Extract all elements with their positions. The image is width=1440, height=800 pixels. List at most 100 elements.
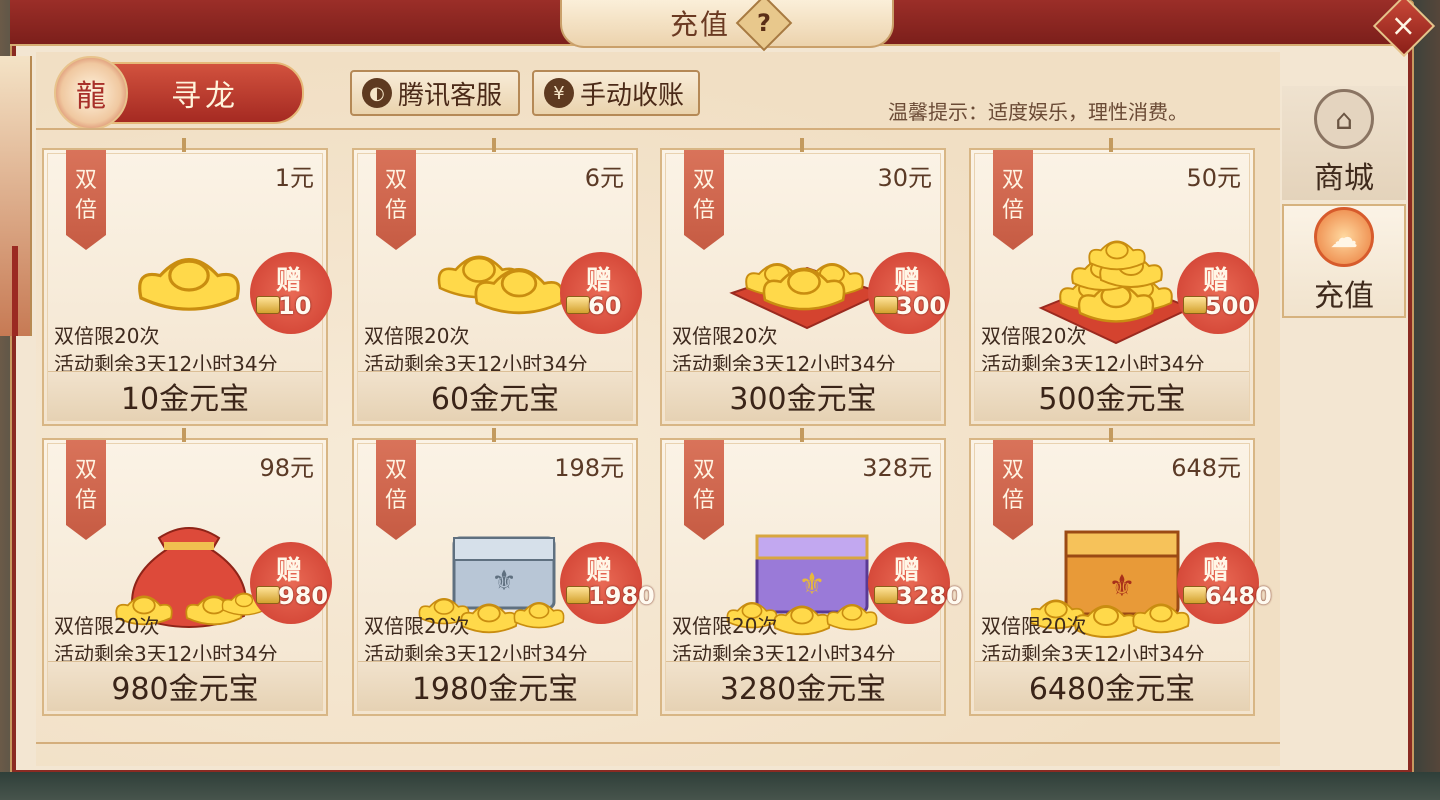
title-plate: 充值 ? bbox=[560, 0, 894, 52]
recharge-card[interactable]: 双倍 30元 赠 300 双倍限20次 活动剩余3天12小时34分 300金元宝 bbox=[660, 138, 950, 426]
close-button[interactable]: × bbox=[1372, 0, 1436, 58]
gold-amount: 1980金元宝 bbox=[358, 661, 632, 710]
recharge-card[interactable]: 双倍 50元 赠 500 双倍限20次 活动剩余3天12小时34分 500金元宝 bbox=[969, 138, 1259, 426]
recharge-card[interactable]: 双倍 328元 ⚜ 赠 3280 双倍限20次 活动剩余3天12小时34分 32… bbox=[660, 428, 963, 716]
divider-bottom bbox=[36, 742, 1280, 744]
scene-bottom-strip bbox=[0, 772, 1440, 800]
close-icon[interactable]: × bbox=[1372, 0, 1436, 58]
svg-text:⚜: ⚜ bbox=[1109, 569, 1136, 604]
bonus-amount: 500 bbox=[1205, 292, 1256, 320]
tencent-service-button[interactable]: ◐ 腾讯客服 bbox=[350, 70, 520, 116]
card-price: 198元 bbox=[554, 454, 624, 482]
gold-amount: 60金元宝 bbox=[358, 371, 632, 420]
double-limit: 双倍限20次 bbox=[364, 614, 470, 638]
double-limit: 双倍限20次 bbox=[54, 614, 160, 638]
card-hanger bbox=[182, 138, 186, 152]
double-badge: 双倍 bbox=[376, 440, 416, 540]
card-price: 30元 bbox=[877, 164, 932, 192]
card-hanger bbox=[1109, 138, 1113, 152]
left-lantern-rail bbox=[0, 56, 32, 336]
consumption-tip: 温馨提示：适度娱乐，理性消费。 bbox=[888, 100, 1188, 124]
bonus-amount: 980 bbox=[278, 582, 329, 610]
headset-icon: ◐ bbox=[362, 78, 392, 108]
gold-amount: 3280金元宝 bbox=[666, 661, 940, 710]
svg-text:⚜: ⚜ bbox=[799, 567, 826, 602]
recharge-grid: 双倍 1元 赠 10 双倍限20次 活动剩余3天12小时34分 10金元宝 双倍… bbox=[42, 138, 1272, 718]
bonus-badge: 赠 300 bbox=[868, 252, 950, 334]
manual-collect-label: 手动收账 bbox=[580, 80, 685, 111]
manual-collect-button[interactable]: ¥ 手动收账 bbox=[532, 70, 700, 116]
double-badge: 双倍 bbox=[376, 150, 416, 250]
divider-top bbox=[36, 128, 1280, 130]
double-badge: 双倍 bbox=[66, 440, 106, 540]
double-limit: 双倍限20次 bbox=[981, 614, 1087, 638]
double-limit: 双倍限20次 bbox=[364, 324, 470, 348]
bonus-amount: 300 bbox=[896, 292, 947, 320]
tab-shop-label: 商城 bbox=[1314, 161, 1374, 196]
bonus-amount: 3280 bbox=[896, 582, 963, 610]
bonus-badge: 赠 1980 bbox=[560, 542, 655, 624]
bonus-badge: 赠 3280 bbox=[868, 542, 963, 624]
gold-ingot-icon bbox=[566, 586, 590, 604]
gold-ingot-icon bbox=[1183, 296, 1207, 314]
gold-ingot-icon bbox=[1183, 586, 1207, 604]
double-limit: 双倍限20次 bbox=[981, 324, 1087, 348]
double-badge: 双倍 bbox=[66, 150, 106, 250]
recharge-card[interactable]: 双倍 1元 赠 10 双倍限20次 活动剩余3天12小时34分 10金元宝 bbox=[42, 138, 332, 426]
card-hanger bbox=[182, 428, 186, 442]
tab-recharge-label: 充值 bbox=[1314, 279, 1374, 314]
tab-shop[interactable]: ⌂ 商城 bbox=[1282, 86, 1406, 200]
gold-amount: 980金元宝 bbox=[48, 661, 322, 710]
bonus-badge: 赠 10 bbox=[250, 252, 332, 334]
gold-ingot-icon bbox=[874, 586, 898, 604]
help-icon[interactable]: ? bbox=[735, 0, 793, 52]
card-price: 98元 bbox=[259, 454, 314, 482]
double-badge: 双倍 bbox=[993, 150, 1033, 250]
tencent-service-label: 腾讯客服 bbox=[398, 80, 503, 111]
tassel-decoration bbox=[12, 246, 18, 336]
card-price: 1元 bbox=[274, 164, 314, 192]
card-price: 648元 bbox=[1171, 454, 1241, 482]
gold-ingot-icon bbox=[256, 586, 280, 604]
card-hanger bbox=[492, 138, 496, 152]
double-limit: 双倍限20次 bbox=[672, 324, 778, 348]
gold-amount: 500金元宝 bbox=[975, 371, 1249, 420]
card-price: 6元 bbox=[584, 164, 624, 192]
bonus-amount: 10 bbox=[278, 292, 312, 320]
dragon-tag-label: 寻龙 bbox=[171, 79, 239, 114]
dragon-icon: 龍 bbox=[54, 56, 128, 130]
double-badge: 双倍 bbox=[684, 440, 724, 540]
recharge-card[interactable]: 双倍 98元 赠 980 双倍限20次 活动剩余3天12小时34分 980金元宝 bbox=[42, 428, 332, 716]
bonus-badge: 赠 980 bbox=[250, 542, 332, 624]
page-title: 充值 bbox=[669, 8, 730, 41]
card-hanger bbox=[492, 428, 496, 442]
card-price: 328元 bbox=[862, 454, 932, 482]
gold-ingot-icon bbox=[566, 296, 590, 314]
tab-recharge[interactable]: ☁ 充值 bbox=[1282, 204, 1406, 318]
double-badge: 双倍 bbox=[684, 150, 724, 250]
card-hanger bbox=[800, 428, 804, 442]
card-price: 50元 bbox=[1186, 164, 1241, 192]
bonus-badge: 赠 6480 bbox=[1177, 542, 1272, 624]
bonus-badge: 赠 500 bbox=[1177, 252, 1259, 334]
recharge-card[interactable]: 双倍 648元 ⚜ 赠 6480 双倍限20次 活动剩余3天12小时34分 64… bbox=[969, 428, 1272, 716]
card-hanger bbox=[1109, 428, 1113, 442]
dragon-tag-button[interactable]: 龍 寻龙 bbox=[54, 56, 304, 130]
palace-icon: ⌂ bbox=[1314, 89, 1374, 149]
double-limit: 双倍限20次 bbox=[54, 324, 160, 348]
svg-text:⚜: ⚜ bbox=[491, 564, 516, 597]
double-badge: 双倍 bbox=[993, 440, 1033, 540]
gold-amount: 300金元宝 bbox=[666, 371, 940, 420]
double-limit: 双倍限20次 bbox=[672, 614, 778, 638]
gold-amount: 10金元宝 bbox=[48, 371, 322, 420]
gold-amount: 6480金元宝 bbox=[975, 661, 1249, 710]
bonus-amount: 60 bbox=[588, 292, 622, 320]
recharge-card[interactable]: 双倍 6元 赠 60 双倍限20次 活动剩余3天12小时34分 60金元宝 bbox=[352, 138, 642, 426]
recharge-card[interactable]: 双倍 198元 ⚜ 赠 1980 双倍限20次 活动剩余3天12小时34分 19… bbox=[352, 428, 655, 716]
recharge-icon: ☁ bbox=[1314, 207, 1374, 267]
gold-ingot-icon bbox=[874, 296, 898, 314]
gold-ingot-icon bbox=[256, 296, 280, 314]
bonus-badge: 赠 60 bbox=[560, 252, 642, 334]
bonus-amount: 1980 bbox=[588, 582, 655, 610]
hand-coin-icon: ¥ bbox=[544, 78, 574, 108]
